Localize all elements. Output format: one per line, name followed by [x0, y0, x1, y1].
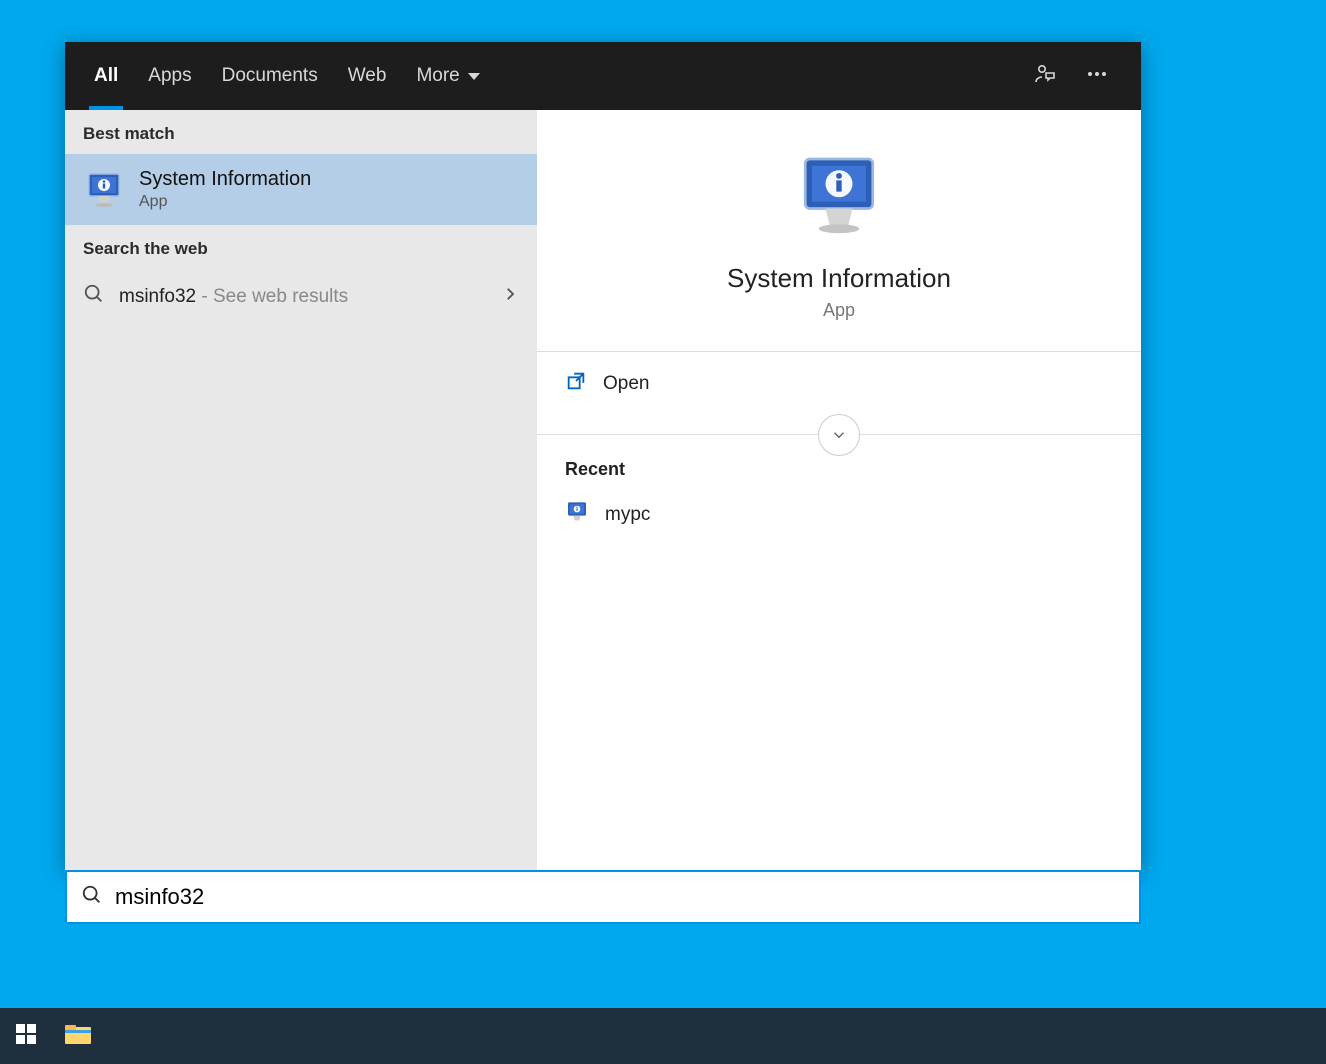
- result-title: System Information: [139, 168, 311, 191]
- tab-documents[interactable]: Documents: [207, 42, 333, 110]
- result-subtitle: App: [139, 193, 311, 211]
- open-label: Open: [603, 373, 649, 395]
- search-icon: [83, 283, 105, 310]
- system-information-icon: [565, 500, 589, 530]
- tab-label: Apps: [148, 65, 191, 87]
- search-term: msinfo32: [119, 286, 196, 307]
- system-information-icon: [83, 169, 125, 211]
- preview-header: System Information App: [537, 110, 1141, 351]
- open-action[interactable]: Open: [537, 352, 1141, 416]
- best-match-label: Best match: [65, 110, 537, 154]
- search-tab-bar: All Apps Documents Web More: [65, 42, 1141, 110]
- chevron-right-icon: [501, 285, 519, 308]
- more-options-icon[interactable]: [1085, 62, 1109, 91]
- recent-item[interactable]: mypc: [565, 494, 1113, 536]
- results-column: Best match System Information Ap: [65, 110, 537, 870]
- taskbar: [0, 1008, 1326, 1064]
- feedback-icon[interactable]: [1033, 62, 1057, 91]
- tab-bar-right: [1033, 62, 1127, 91]
- search-box[interactable]: [65, 870, 1141, 924]
- search-web-label: Search the web: [65, 225, 537, 269]
- tab-label: Web: [348, 65, 387, 87]
- expand-button[interactable]: [818, 414, 860, 456]
- tab-web[interactable]: Web: [333, 42, 402, 110]
- preview-title: System Information: [537, 263, 1141, 294]
- preview-column: System Information App Open: [537, 110, 1141, 870]
- chevron-down-icon: [468, 73, 480, 80]
- recent-item-name: mypc: [605, 504, 650, 526]
- search-body: Best match System Information Ap: [65, 110, 1141, 870]
- recent-label: Recent: [565, 459, 1113, 480]
- web-search-result[interactable]: msinfo32 - See web results: [65, 269, 537, 324]
- expand-divider: [537, 434, 1141, 435]
- file-explorer-icon[interactable]: [64, 1022, 92, 1051]
- web-result-text: msinfo32 - See web results: [119, 286, 348, 308]
- start-button[interactable]: [14, 1022, 38, 1051]
- best-match-result[interactable]: System Information App: [65, 154, 537, 225]
- tab-more[interactable]: More: [401, 42, 494, 110]
- tab-label: More: [416, 65, 459, 87]
- search-input[interactable]: [115, 884, 1125, 910]
- tab-label: Documents: [222, 65, 318, 87]
- search-icon: [81, 884, 103, 911]
- best-match-text: System Information App: [139, 168, 311, 211]
- open-icon: [565, 370, 587, 398]
- search-hint: - See web results: [196, 286, 348, 307]
- recent-section: Recent mypc: [537, 445, 1141, 550]
- search-panel: All Apps Documents Web More: [65, 42, 1141, 870]
- preview-subtitle: App: [537, 300, 1141, 321]
- tab-label: All: [94, 65, 118, 87]
- tab-all[interactable]: All: [79, 42, 133, 110]
- system-information-icon: [794, 227, 884, 244]
- tab-apps[interactable]: Apps: [133, 42, 206, 110]
